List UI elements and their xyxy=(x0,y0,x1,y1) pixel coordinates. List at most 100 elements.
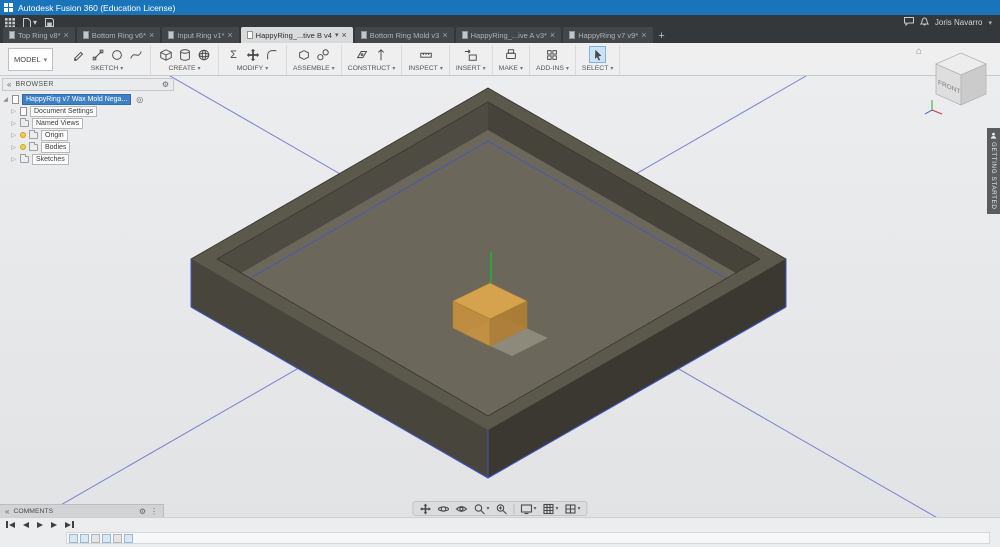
insert-menu[interactable]: INSERT ▾ xyxy=(456,65,486,72)
browser-item-named-views[interactable]: ▷ Named Views xyxy=(10,117,174,129)
assemble-menu[interactable]: ASSEMBLE ▾ xyxy=(293,65,335,72)
tab-bottom-ring-mold[interactable]: Bottom Ring Mold v3 × xyxy=(354,27,454,43)
view-cube[interactable]: ⌂ FRONT xyxy=(916,46,994,116)
visibility-bulb-icon[interactable] xyxy=(20,144,26,150)
expand-icon[interactable]: ▷ xyxy=(10,120,17,127)
select-tool-icon[interactable] xyxy=(589,46,607,63)
expand-icon[interactable]: ▷ xyxy=(10,108,17,115)
timeline-track[interactable] xyxy=(66,532,990,544)
modify-menu[interactable]: MODIFY ▾ xyxy=(237,65,268,72)
select-menu[interactable]: SELECT ▾ xyxy=(582,65,613,72)
tab-input-ring[interactable]: Input Ring v1* × xyxy=(162,27,239,43)
workspace-selector[interactable]: MODEL ▾ xyxy=(8,48,54,71)
parameters-icon[interactable]: Σ xyxy=(225,46,242,63)
expand-comments-icon[interactable]: « xyxy=(5,507,9,516)
notifications-icon[interactable] xyxy=(919,17,930,28)
expand-root-icon[interactable]: ◢ xyxy=(2,96,9,103)
comments-bar[interactable]: « COMMENTS ⚙ ⋮ xyxy=(0,504,164,517)
browser-item-document-settings[interactable]: ▷ Document Settings xyxy=(10,105,174,117)
look-at-icon[interactable] xyxy=(455,503,468,515)
make-3d-print-icon[interactable] xyxy=(502,46,519,63)
timeline-feature-icon[interactable] xyxy=(113,533,122,543)
comments-icon[interactable] xyxy=(903,17,914,28)
tab-menu-caret-icon[interactable]: ▾ xyxy=(335,31,339,39)
browser-root-item[interactable]: ◢ HappyRing v7 Wax Mold Nega... ◎ xyxy=(2,93,174,105)
inspect-menu[interactable]: INSPECT ▾ xyxy=(408,65,442,72)
measure-tool-icon[interactable] xyxy=(417,46,434,63)
go-to-end-button[interactable] xyxy=(65,521,74,528)
close-tab-icon[interactable]: × xyxy=(227,31,232,40)
tab-top-ring[interactable]: Top Ring v8* × xyxy=(3,27,75,43)
browser-item-origin[interactable]: ▷ Origin xyxy=(10,129,174,141)
timeline-feature-icon[interactable] xyxy=(91,533,100,543)
cylinder-tool-icon[interactable] xyxy=(176,46,193,63)
construct-menu[interactable]: CONSTRUCT ▾ xyxy=(348,65,396,72)
insert-icon[interactable] xyxy=(462,46,479,63)
box-tool-icon[interactable] xyxy=(157,46,174,63)
comments-settings-gear-icon[interactable]: ⚙ xyxy=(139,507,146,516)
close-tab-icon[interactable]: × xyxy=(64,31,69,40)
sphere-tool-icon[interactable] xyxy=(195,46,212,63)
timeline-feature-icon[interactable] xyxy=(124,533,133,543)
close-tab-icon[interactable]: × xyxy=(442,31,447,40)
sketch-menu[interactable]: SKETCH ▾ xyxy=(91,65,124,72)
make-menu[interactable]: MAKE ▾ xyxy=(499,65,523,72)
viewports-icon[interactable]: ▾ xyxy=(565,503,581,515)
timeline-feature-icon[interactable] xyxy=(69,533,78,543)
user-menu-caret-icon[interactable]: ▾ xyxy=(988,19,992,27)
close-tab-icon[interactable]: × xyxy=(149,31,154,40)
zoom-tool-icon[interactable] xyxy=(495,503,507,515)
activate-component-icon[interactable]: ◎ xyxy=(136,95,143,104)
collapse-browser-icon[interactable]: « xyxy=(7,80,11,89)
close-tab-icon[interactable]: × xyxy=(550,31,555,40)
timeline-feature-icon[interactable] xyxy=(80,533,89,543)
visibility-bulb-icon[interactable] xyxy=(20,132,26,138)
move-tool-icon[interactable] xyxy=(244,46,261,63)
circle-tool-icon[interactable] xyxy=(108,46,125,63)
add-ins-menu[interactable]: ADD-INS ▾ xyxy=(536,65,569,72)
step-back-button[interactable] xyxy=(23,521,29,528)
close-tab-icon[interactable]: × xyxy=(641,31,646,40)
new-tab-button[interactable]: + xyxy=(655,29,669,43)
root-component-label[interactable]: HappyRing v7 Wax Mold Nega... xyxy=(22,93,132,105)
display-settings-icon[interactable]: ▾ xyxy=(520,503,537,515)
pan-tool-icon[interactable] xyxy=(419,503,431,515)
expand-icon[interactable]: ▷ xyxy=(10,132,17,139)
construction-plane-icon[interactable] xyxy=(354,46,371,63)
browser-settings-gear-icon[interactable]: ⚙ xyxy=(162,80,169,89)
create-menu[interactable]: CREATE ▾ xyxy=(168,65,200,72)
construction-axis-icon[interactable] xyxy=(373,46,390,63)
add-ins-icon[interactable] xyxy=(544,46,561,63)
browser-item-sketches[interactable]: ▷ Sketches xyxy=(10,153,174,165)
mold-body[interactable] xyxy=(190,87,787,479)
orbit-tool-icon[interactable] xyxy=(437,503,450,515)
expand-icon[interactable]: ▷ xyxy=(10,156,17,163)
fillet-tool-icon[interactable] xyxy=(263,46,280,63)
close-tab-icon[interactable]: × xyxy=(341,31,346,40)
new-component-icon[interactable] xyxy=(296,46,313,63)
line-tool-icon[interactable] xyxy=(89,46,106,63)
data-panel-toggle-icon[interactable] xyxy=(5,17,15,28)
spline-tool-icon[interactable] xyxy=(127,46,144,63)
home-view-icon[interactable]: ⌂ xyxy=(916,46,922,57)
tab-bottom-ring[interactable]: Bottom Ring v6* × xyxy=(76,27,161,43)
timeline-feature-icon[interactable] xyxy=(102,533,111,543)
go-to-start-button[interactable] xyxy=(6,521,15,528)
grid-settings-icon[interactable]: ▾ xyxy=(543,503,559,515)
tab-happyring-negative-b-active[interactable]: HappyRing_...tive B v4 ▾ × xyxy=(240,27,353,43)
file-menu-button[interactable]: ▾ xyxy=(23,17,37,28)
tab-happyring-v7[interactable]: HappyRing v7 v9* × xyxy=(563,27,653,43)
step-forward-button[interactable] xyxy=(51,521,57,528)
user-name[interactable]: Joris Navarro xyxy=(935,18,983,27)
zoom-window-icon[interactable]: ▾ xyxy=(473,503,489,515)
viewport-canvas[interactable]: « BROWSER ⚙ ◢ HappyRing v7 Wax Mold Nega… xyxy=(0,76,1000,517)
component-icon xyxy=(12,94,19,104)
create-sketch-icon[interactable] xyxy=(70,46,87,63)
save-button[interactable] xyxy=(45,18,55,27)
joint-tool-icon[interactable] xyxy=(315,46,332,63)
expand-icon[interactable]: ▷ xyxy=(10,144,17,151)
play-button[interactable] xyxy=(37,521,43,528)
browser-item-bodies[interactable]: ▷ Bodies xyxy=(10,141,174,153)
getting-started-tab[interactable]: GETTING STARTED xyxy=(987,128,1000,214)
tab-happyring-negative-a[interactable]: HappyRing_...ive A v3* × xyxy=(455,27,562,43)
